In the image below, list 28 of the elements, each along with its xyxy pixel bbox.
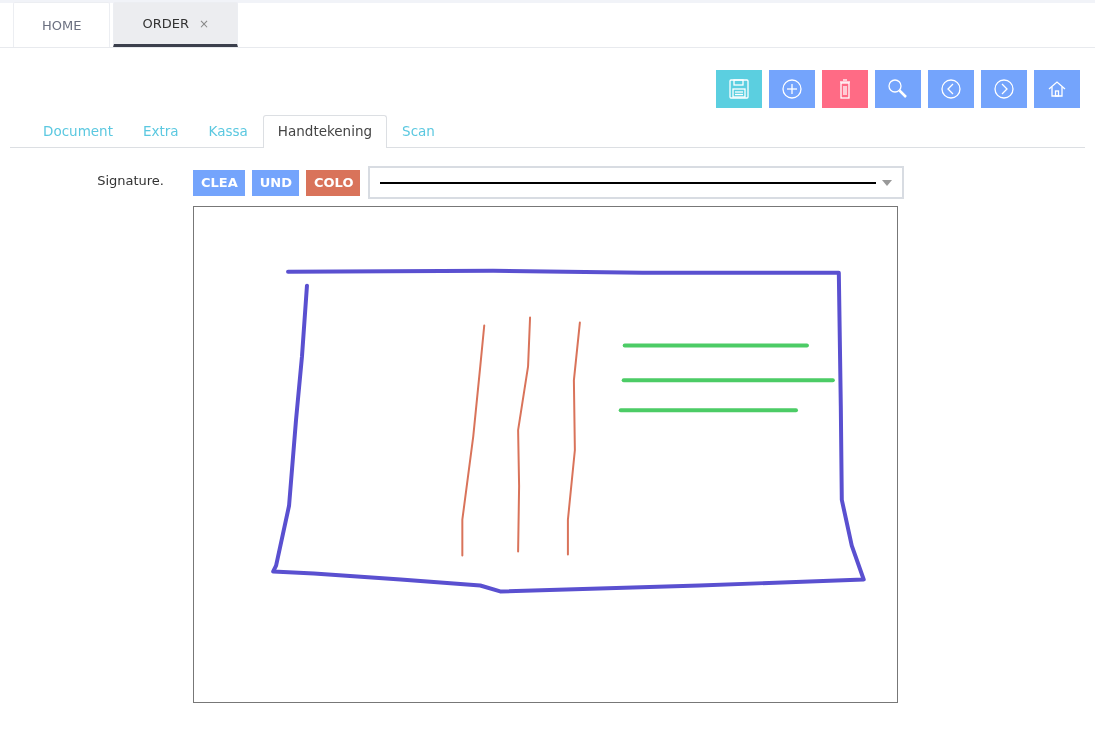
chevron-left-icon bbox=[939, 77, 963, 101]
chevron-right-icon bbox=[992, 77, 1016, 101]
signature-canvas[interactable] bbox=[193, 206, 898, 703]
home-button[interactable] bbox=[1034, 70, 1080, 108]
tab[interactable]: ORDER × bbox=[113, 2, 239, 47]
delete-button[interactable] bbox=[822, 70, 868, 108]
close-icon[interactable]: × bbox=[199, 16, 210, 31]
signature-button[interactable]: CLEA bbox=[193, 169, 245, 196]
caret-icon bbox=[882, 179, 893, 186]
tab-label: ORDER bbox=[142, 16, 189, 31]
tab[interactable]: Extra bbox=[127, 115, 194, 148]
next-button[interactable] bbox=[981, 70, 1027, 108]
tab[interactable]: Handtekening bbox=[262, 115, 388, 148]
save-button[interactable] bbox=[716, 70, 762, 108]
signature-button[interactable]: UND bbox=[251, 169, 299, 196]
plus-circle-icon bbox=[780, 77, 804, 101]
save-icon bbox=[727, 77, 751, 101]
tab[interactable]: HOME bbox=[13, 2, 111, 47]
previous-button[interactable] bbox=[928, 70, 974, 108]
tab-label: HOME bbox=[42, 17, 82, 33]
search-button[interactable] bbox=[875, 70, 921, 108]
signature-label: Signature. bbox=[96, 172, 164, 190]
tab[interactable]: Kassa bbox=[193, 115, 263, 148]
tab[interactable]: Scan bbox=[387, 115, 450, 148]
tab[interactable]: Document bbox=[28, 115, 128, 148]
add-button[interactable] bbox=[769, 70, 815, 108]
signature-button[interactable]: COLO bbox=[306, 169, 361, 196]
line-style-dropdown[interactable] bbox=[368, 166, 905, 199]
